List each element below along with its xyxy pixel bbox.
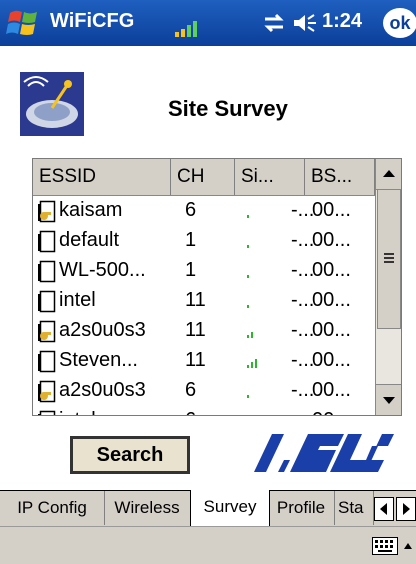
bssid-cell: 00... — [312, 319, 351, 341]
signal-value-cell: -... — [291, 259, 315, 281]
list-item[interactable]: WL-500... 1 -... 00... — [33, 256, 375, 286]
signal-bars-icon — [247, 305, 249, 308]
bssid-cell: 00... — [312, 349, 351, 371]
tab-wireless[interactable]: Wireless — [104, 491, 191, 525]
signal-value-cell: -... — [291, 289, 315, 311]
connectivity-icon[interactable] — [262, 12, 286, 34]
signal-value-cell: -... — [291, 379, 315, 401]
list-item[interactable]: Steven... 11 -... 00... — [33, 346, 375, 376]
scroll-up-button[interactable] — [376, 159, 401, 190]
secured-network-icon — [38, 200, 56, 223]
keyboard-icon[interactable] — [372, 537, 398, 555]
tab-profile[interactable]: Profile — [268, 491, 335, 525]
page-title: Site Survey — [168, 96, 288, 121]
windows-start-icon[interactable] — [6, 5, 42, 41]
column-header-signal[interactable]: Si... — [235, 159, 305, 195]
network-icon — [38, 350, 56, 373]
essid-cell: a2s0u0s3 — [59, 319, 146, 341]
network-icon — [38, 410, 56, 415]
signal-bars-icon — [247, 332, 253, 338]
volume-icon[interactable] — [292, 11, 318, 35]
site-survey-list[interactable]: ESSID CH Si... BS... kaisam 6 -... 00... def… — [32, 158, 402, 416]
channel-cell: 6 — [185, 379, 197, 401]
channel-cell: 11 — [185, 319, 206, 341]
essid-cell: Steven... — [59, 349, 138, 371]
signal-bars-icon — [247, 215, 249, 218]
tab-survey[interactable]: Survey — [190, 490, 270, 526]
bssid-cell: 00... — [312, 409, 351, 415]
list-item[interactable]: a2s0u0s3 11 -... 00... — [33, 316, 375, 346]
column-header-channel[interactable]: CH — [171, 159, 235, 195]
bssid-cell: 00... — [312, 199, 351, 221]
channel-cell: 1 — [185, 229, 197, 251]
channel-cell: 1 — [185, 259, 197, 281]
signal-value-cell: -... — [291, 319, 315, 341]
search-button[interactable]: Search — [70, 436, 190, 474]
essid-cell: WL-500... — [59, 259, 146, 281]
essid-cell: default — [59, 229, 120, 251]
list-scrollbar[interactable] — [375, 159, 401, 415]
signal-value-cell: -... — [291, 229, 315, 251]
clock[interactable]: 1:24 — [322, 10, 362, 33]
ok-button[interactable]: ok — [383, 8, 416, 38]
bssid-cell: 00... — [312, 259, 351, 281]
signal-bars-icon — [247, 245, 249, 248]
column-header-bssid[interactable]: BS... — [305, 159, 375, 195]
list-item[interactable]: intel 6 00... — [33, 406, 375, 416]
signal-value-cell: -... — [291, 349, 315, 371]
signal-bars-icon — [247, 275, 249, 278]
app-title: WiFiCFG — [50, 10, 135, 32]
channel-cell: 11 — [185, 349, 206, 371]
bssid-cell: 00... — [312, 229, 351, 251]
tab-ip-config[interactable]: IP Config — [0, 491, 105, 525]
essid-cell: intel — [59, 289, 96, 311]
scroll-down-arrow-icon — [383, 397, 395, 404]
signal-strength-icon — [175, 21, 197, 37]
column-header-essid[interactable]: ESSID — [33, 159, 171, 195]
wifi-satellite-icon — [20, 72, 84, 136]
channel-cell: 6 — [185, 199, 197, 221]
list-header: ESSID CH Si... BS... — [33, 159, 375, 196]
network-icon — [38, 290, 56, 313]
tab-scroll-left-button[interactable] — [374, 497, 394, 521]
title-bar: WiFiCFG 1:24 ok — [0, 0, 416, 46]
signal-bars-icon — [243, 410, 261, 416]
secured-network-icon — [38, 320, 56, 343]
tab-status[interactable]: Sta — [334, 491, 374, 525]
list-item[interactable]: default 1 -... 00... — [33, 226, 375, 256]
signal-bars-icon — [247, 359, 257, 368]
tab-scroll-left-icon — [380, 503, 387, 515]
thumb-grip-icon — [384, 253, 394, 263]
essid-cell: kaisam — [59, 199, 123, 221]
bssid-cell: 00... — [312, 379, 351, 401]
list-rows: kaisam 6 -... 00... default 1 -... 00... WL-500.… — [33, 196, 375, 416]
network-icon — [38, 260, 56, 283]
tab-scroll-right-button[interactable] — [396, 497, 416, 521]
scroll-down-button[interactable] — [376, 384, 401, 415]
secured-network-icon — [38, 380, 56, 403]
input-menu-arrow-icon[interactable] — [402, 541, 414, 551]
essid-cell: intel — [59, 409, 96, 415]
essid-cell: a2s0u0s3 — [59, 379, 146, 401]
tab-scroll-right-icon — [403, 503, 410, 515]
bssid-cell: 00... — [312, 289, 351, 311]
channel-cell: 6 — [185, 409, 196, 415]
list-item[interactable]: kaisam 6 -... 00... — [33, 196, 375, 226]
scrollbar-thumb[interactable] — [377, 189, 401, 329]
signal-bars-icon — [247, 395, 249, 398]
list-item[interactable]: a2s0u0s3 6 -... 00... — [33, 376, 375, 406]
asus-logo — [254, 434, 394, 472]
scroll-up-arrow-icon — [383, 170, 395, 177]
command-bar — [0, 526, 416, 564]
channel-cell: 11 — [185, 289, 206, 311]
network-icon — [38, 230, 56, 253]
signal-value-cell: -... — [291, 199, 315, 221]
list-item[interactable]: intel 11 -... 00... — [33, 286, 375, 316]
tab-bar: IP Config Wireless Survey Profile Sta — [0, 490, 416, 527]
